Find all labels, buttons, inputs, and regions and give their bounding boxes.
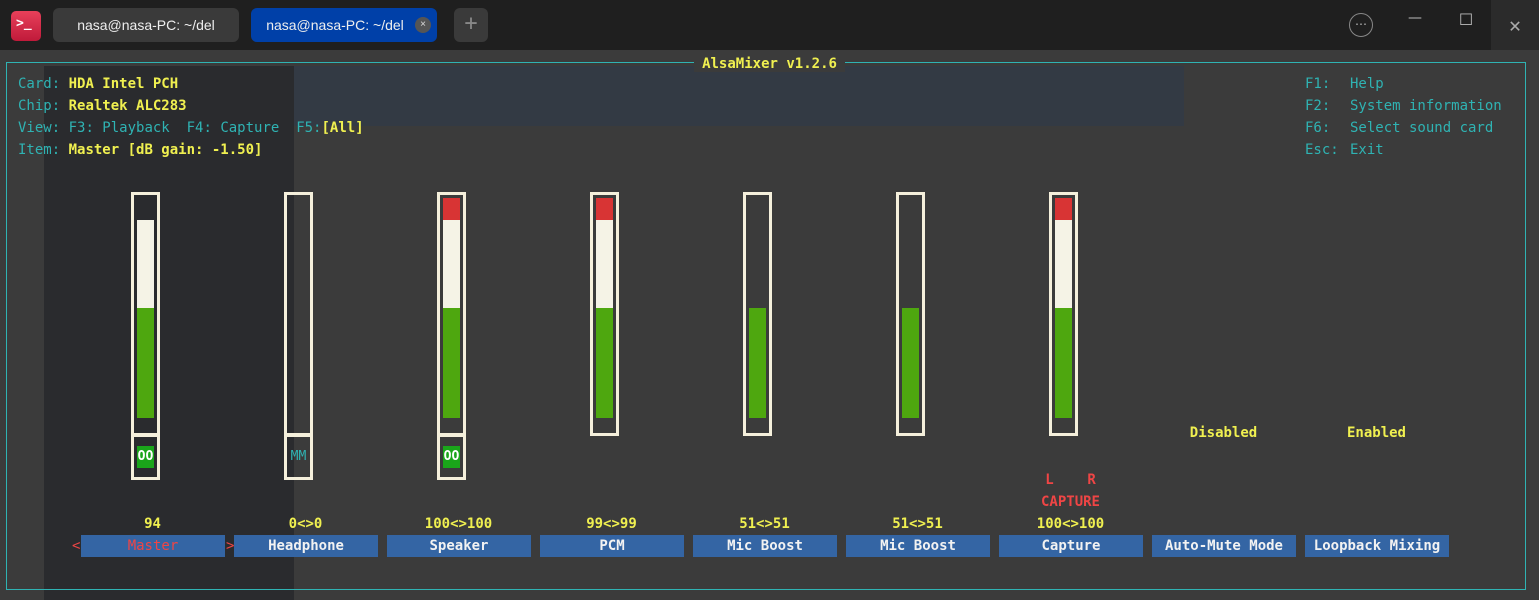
meter-segment bbox=[1055, 286, 1072, 308]
meter-segment bbox=[1055, 242, 1072, 264]
meter-segment bbox=[596, 352, 613, 374]
meter-segment bbox=[137, 352, 154, 374]
meter-segment bbox=[443, 198, 460, 220]
meter-segment bbox=[1055, 308, 1072, 330]
control-label[interactable]: Mic Boost bbox=[846, 535, 990, 557]
volume-value: 94 bbox=[144, 516, 161, 532]
volume-value: 99<>99 bbox=[586, 516, 637, 532]
meter-segment bbox=[137, 264, 154, 286]
control-capture[interactable]: 100<>100 L R CAPTURE Capture bbox=[994, 0, 1147, 600]
meter-segment bbox=[137, 396, 154, 418]
meter-segment bbox=[596, 396, 613, 418]
volume-value: 100<>100 bbox=[424, 516, 493, 532]
meter-segment bbox=[596, 242, 613, 264]
control-label[interactable]: Headphone bbox=[234, 535, 378, 557]
meter-segment bbox=[137, 308, 154, 330]
meter-segment bbox=[902, 374, 919, 396]
meter-segment bbox=[137, 330, 154, 352]
volume-meter[interactable] bbox=[284, 192, 313, 436]
volume-value: 51<>51 bbox=[892, 516, 943, 532]
switch-state: OO bbox=[443, 446, 460, 468]
selection-left-marker: < bbox=[72, 538, 81, 554]
control-label[interactable]: Auto-Mute Mode bbox=[1152, 535, 1296, 557]
control-mic-boost[interactable]: 51<>51 Mic Boost bbox=[841, 0, 994, 600]
meter-segment bbox=[749, 330, 766, 352]
meter-segment bbox=[443, 330, 460, 352]
volume-meter[interactable] bbox=[131, 192, 160, 436]
meter-segment bbox=[596, 220, 613, 242]
meter-segment bbox=[902, 308, 919, 330]
meter-segment bbox=[443, 220, 460, 242]
control-auto-mute-mode[interactable]: Disabled Auto-Mute Mode bbox=[1147, 0, 1300, 600]
meter-segment bbox=[137, 220, 154, 242]
volume-meter[interactable] bbox=[743, 192, 772, 436]
meter-segment bbox=[902, 396, 919, 418]
mute-switch[interactable]: MM bbox=[284, 434, 313, 480]
meter-segment bbox=[443, 352, 460, 374]
control-label[interactable]: PCM bbox=[540, 535, 684, 557]
control-headphone[interactable]: 0<>0 MM Headphone bbox=[229, 0, 382, 600]
meter-segment bbox=[137, 286, 154, 308]
volume-value: 0<>0 bbox=[288, 516, 323, 532]
capture-flag: CAPTURE bbox=[1040, 494, 1100, 510]
volume-meter[interactable] bbox=[590, 192, 619, 436]
meter-segment bbox=[443, 242, 460, 264]
switch-state: OO bbox=[137, 446, 154, 468]
meter-segment bbox=[443, 396, 460, 418]
volume-meter[interactable] bbox=[896, 192, 925, 436]
mute-switch[interactable]: OO bbox=[131, 434, 160, 480]
meter-segment bbox=[1055, 352, 1072, 374]
meter-segment bbox=[902, 352, 919, 374]
meter-segment bbox=[749, 374, 766, 396]
mute-switch[interactable]: OO bbox=[437, 434, 466, 480]
meter-segment bbox=[443, 264, 460, 286]
meter-segment bbox=[596, 374, 613, 396]
meter-segment bbox=[596, 308, 613, 330]
maximize-button[interactable]: ☐ bbox=[1451, 10, 1481, 29]
meter-segment bbox=[749, 308, 766, 330]
meter-segment bbox=[749, 396, 766, 418]
meter-segment bbox=[1055, 374, 1072, 396]
enum-value[interactable]: Disabled bbox=[1147, 425, 1300, 441]
meter-segment bbox=[137, 374, 154, 396]
control-mic-boost[interactable]: 51<>51 Mic Boost bbox=[688, 0, 841, 600]
control-master[interactable]: 94 OO Master < > bbox=[72, 0, 234, 600]
meter-segment bbox=[137, 242, 154, 264]
meter-segment bbox=[443, 286, 460, 308]
control-pcm[interactable]: 99<>99 PCM bbox=[535, 0, 688, 600]
control-label[interactable]: Loopback Mixing bbox=[1305, 535, 1449, 557]
meter-segment bbox=[443, 374, 460, 396]
meter-segment bbox=[902, 330, 919, 352]
meter-segment bbox=[1055, 220, 1072, 242]
volume-meter[interactable] bbox=[437, 192, 466, 436]
meter-segment bbox=[443, 308, 460, 330]
meter-segment bbox=[596, 198, 613, 220]
meter-segment bbox=[596, 264, 613, 286]
capture-channels: L R bbox=[1045, 472, 1096, 488]
enum-value[interactable]: Enabled bbox=[1300, 425, 1453, 441]
control-speaker[interactable]: 100<>100 OO Speaker bbox=[382, 0, 535, 600]
switch-state: MM bbox=[290, 449, 307, 464]
meter-segment bbox=[596, 286, 613, 308]
control-label[interactable]: Mic Boost bbox=[693, 535, 837, 557]
control-label[interactable]: Master bbox=[81, 535, 225, 557]
volume-meter[interactable] bbox=[1049, 192, 1078, 436]
meter-segment bbox=[1055, 330, 1072, 352]
meter-segment bbox=[596, 330, 613, 352]
control-label[interactable]: Capture bbox=[999, 535, 1143, 557]
volume-value: 100<>100 bbox=[1036, 516, 1105, 532]
terminal-app-icon: >_ bbox=[11, 11, 41, 41]
control-label[interactable]: Speaker bbox=[387, 535, 531, 557]
meter-segment bbox=[1055, 264, 1072, 286]
meter-segment bbox=[1055, 198, 1072, 220]
meter-segment bbox=[749, 352, 766, 374]
volume-value: 51<>51 bbox=[739, 516, 790, 532]
meter-segment bbox=[1055, 396, 1072, 418]
control-loopback-mixing[interactable]: Enabled Loopback Mixing bbox=[1300, 0, 1453, 600]
close-window-button[interactable]: ✕ bbox=[1491, 0, 1539, 50]
